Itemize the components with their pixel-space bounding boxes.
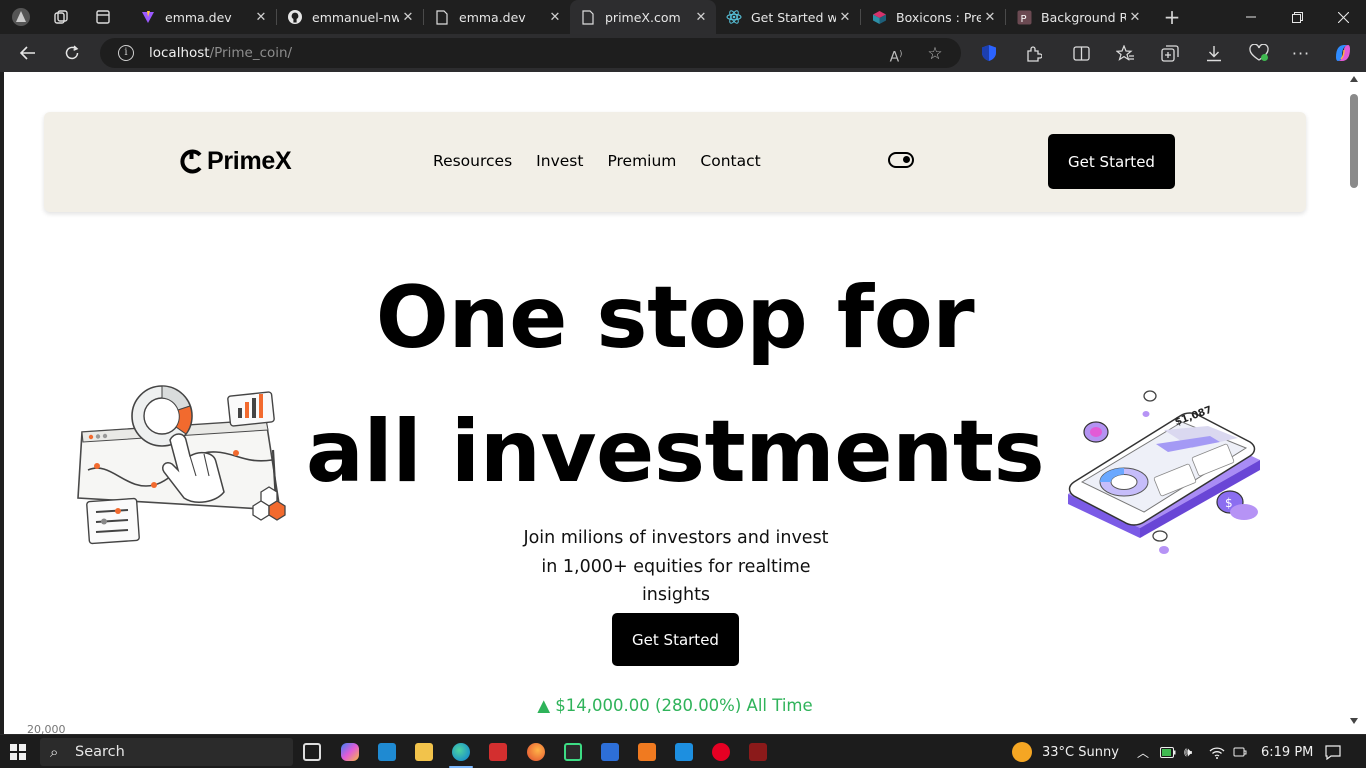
close-window-icon[interactable] <box>1320 0 1366 34</box>
volume-icon[interactable]: 🕪 <box>1184 735 1192 768</box>
wifi-icon[interactable] <box>1209 735 1225 768</box>
read-aloud-icon[interactable]: A) <box>886 44 906 66</box>
downloads-icon[interactable] <box>1203 42 1225 64</box>
page-viewport: PrimeX Resources Invest Premium Contact … <box>4 72 1346 734</box>
site-info-icon[interactable]: i <box>118 45 134 61</box>
clock[interactable]: 6:19 PM <box>1261 735 1313 768</box>
mobile-wallet-illustration: $1,087 $ <box>1068 390 1260 554</box>
copilot-app-icon[interactable] <box>341 743 359 761</box>
close-tab-icon[interactable]: ✕ <box>981 10 999 25</box>
page-icon <box>434 9 450 25</box>
collections-icon[interactable] <box>1159 42 1181 64</box>
close-tab-icon[interactable]: ✕ <box>252 10 270 25</box>
nav-resources[interactable]: Resources <box>433 152 512 170</box>
theme-toggle-icon[interactable] <box>888 152 914 168</box>
copilot-icon[interactable] <box>1332 42 1354 64</box>
tab-boxicons[interactable]: Boxicons : Prem ✕ <box>861 0 1005 34</box>
search-icon: ⌕ <box>50 743 59 761</box>
red-app-icon[interactable] <box>749 743 767 761</box>
favorites-icon[interactable] <box>1114 42 1136 64</box>
mail-icon[interactable] <box>675 743 693 761</box>
gain-value: $14,000.00 (280.00%) All Time <box>555 696 813 715</box>
android-studio-icon[interactable] <box>564 743 582 761</box>
photoroom-icon: P <box>1016 9 1032 25</box>
firefox-icon[interactable] <box>527 743 545 761</box>
hero-subtext: Join milions of investors and invest in … <box>523 528 829 605</box>
vite-icon <box>140 9 156 25</box>
settings-more-icon[interactable]: ··· <box>1290 42 1312 64</box>
windows-taskbar: ⌕ Search 33°C Sunny ︿ 🕪 6:19 PM <box>0 734 1366 768</box>
browser-tab-strip: emma.dev ✕ emmanuel-nwaf ✕ emma.dev ✕ pr… <box>0 0 1366 34</box>
close-tab-icon[interactable]: ✕ <box>399 10 417 25</box>
chart-axis-label: 20,000 <box>27 723 66 734</box>
notifications-icon[interactable] <box>1325 735 1341 768</box>
file-explorer-icon[interactable] <box>415 743 433 761</box>
tab-emma-dev-1[interactable]: emma.dev ✕ <box>130 0 276 34</box>
browser-essentials-icon[interactable] <box>1248 42 1270 64</box>
favorite-star-icon[interactable]: ☆ <box>925 44 945 64</box>
dollar-coin-icon: $ <box>1225 496 1233 510</box>
primex-logo-icon <box>180 149 202 174</box>
taskbar-search[interactable]: ⌕ Search <box>40 738 293 766</box>
address-url[interactable]: localhost/Prime_coin/ <box>149 45 292 61</box>
windows-start-icon[interactable] <box>10 744 26 760</box>
extensions-icon[interactable] <box>1022 42 1044 64</box>
pinterest-icon[interactable] <box>712 743 730 761</box>
tab-github[interactable]: emmanuel-nwaf ✕ <box>277 0 423 34</box>
tray-chevron-up-icon[interactable]: ︿ <box>1137 735 1149 768</box>
close-tab-icon[interactable]: ✕ <box>836 10 854 25</box>
close-tab-icon[interactable]: ✕ <box>546 10 564 25</box>
svg-text:P: P <box>1020 14 1026 25</box>
new-tab-icon[interactable]: + <box>1159 5 1185 29</box>
address-bar[interactable]: i localhost/Prime_coin/ A) ☆ <box>100 38 961 68</box>
close-tab-icon[interactable]: ✕ <box>692 10 710 25</box>
page-icon <box>580 9 596 25</box>
github-icon <box>287 9 303 25</box>
page-scrollbar[interactable] <box>1346 72 1366 734</box>
vscode-icon[interactable] <box>378 743 396 761</box>
hero-get-started-button[interactable]: Get Started <box>612 613 739 666</box>
tab-get-started[interactable]: Get Started with ✕ <box>716 0 860 34</box>
back-icon[interactable] <box>13 40 43 66</box>
shield-extension-icon[interactable] <box>978 42 1000 64</box>
tab-background-remover[interactable]: P Background Re ✕ <box>1006 0 1150 34</box>
sun-icon <box>1012 742 1032 762</box>
edge-icon[interactable] <box>452 743 470 761</box>
vertical-tabs-icon[interactable] <box>90 5 116 29</box>
powershell-icon[interactable] <box>601 743 619 761</box>
hero-heading-line-1: One stop for <box>375 268 975 368</box>
split-screen-icon[interactable] <box>1070 42 1092 64</box>
xampp-icon[interactable] <box>638 743 656 761</box>
workspaces-icon[interactable] <box>48 5 74 29</box>
all-time-gain: ▲ $14,000.00 (280.00%) All Time <box>4 696 1346 715</box>
scroll-down-icon[interactable] <box>1350 718 1358 724</box>
acrobat-icon[interactable] <box>489 743 507 761</box>
refresh-icon[interactable] <box>57 40 87 66</box>
close-tab-icon[interactable]: ✕ <box>1126 10 1144 25</box>
tab-emma-dev-2[interactable]: emma.dev ✕ <box>424 0 570 34</box>
restore-icon[interactable] <box>1274 0 1320 34</box>
site-logo[interactable]: PrimeX <box>178 147 292 176</box>
nav-premium[interactable]: Premium <box>607 152 676 170</box>
analytics-dashboard-illustration <box>77 385 286 545</box>
scroll-up-icon[interactable] <box>1350 76 1358 82</box>
minimize-icon[interactable] <box>1228 0 1274 34</box>
tab-primex-active[interactable]: primeX.com ✕ <box>570 0 716 34</box>
logo-text: PrimeX <box>207 147 292 175</box>
boxicons-icon <box>871 9 887 25</box>
react-icon <box>726 9 742 25</box>
nav-invest[interactable]: Invest <box>536 152 583 170</box>
device-icon[interactable] <box>1233 735 1247 768</box>
header-get-started-button[interactable]: Get Started <box>1048 134 1175 189</box>
weather-widget[interactable]: 33°C Sunny <box>1012 735 1119 768</box>
profile-icon[interactable] <box>8 5 34 29</box>
main-menu: Resources Invest Premium Contact <box>433 152 761 170</box>
scroll-thumb[interactable] <box>1350 94 1358 188</box>
nav-contact[interactable]: Contact <box>700 152 760 170</box>
gain-up-arrow-icon: ▲ <box>537 696 551 715</box>
battery-icon[interactable] <box>1160 735 1176 768</box>
browser-toolbar: i localhost/Prime_coin/ A) ☆ ··· <box>0 34 1366 72</box>
site-header: PrimeX Resources Invest Premium Contact … <box>44 112 1306 212</box>
task-view-icon[interactable] <box>303 743 321 761</box>
